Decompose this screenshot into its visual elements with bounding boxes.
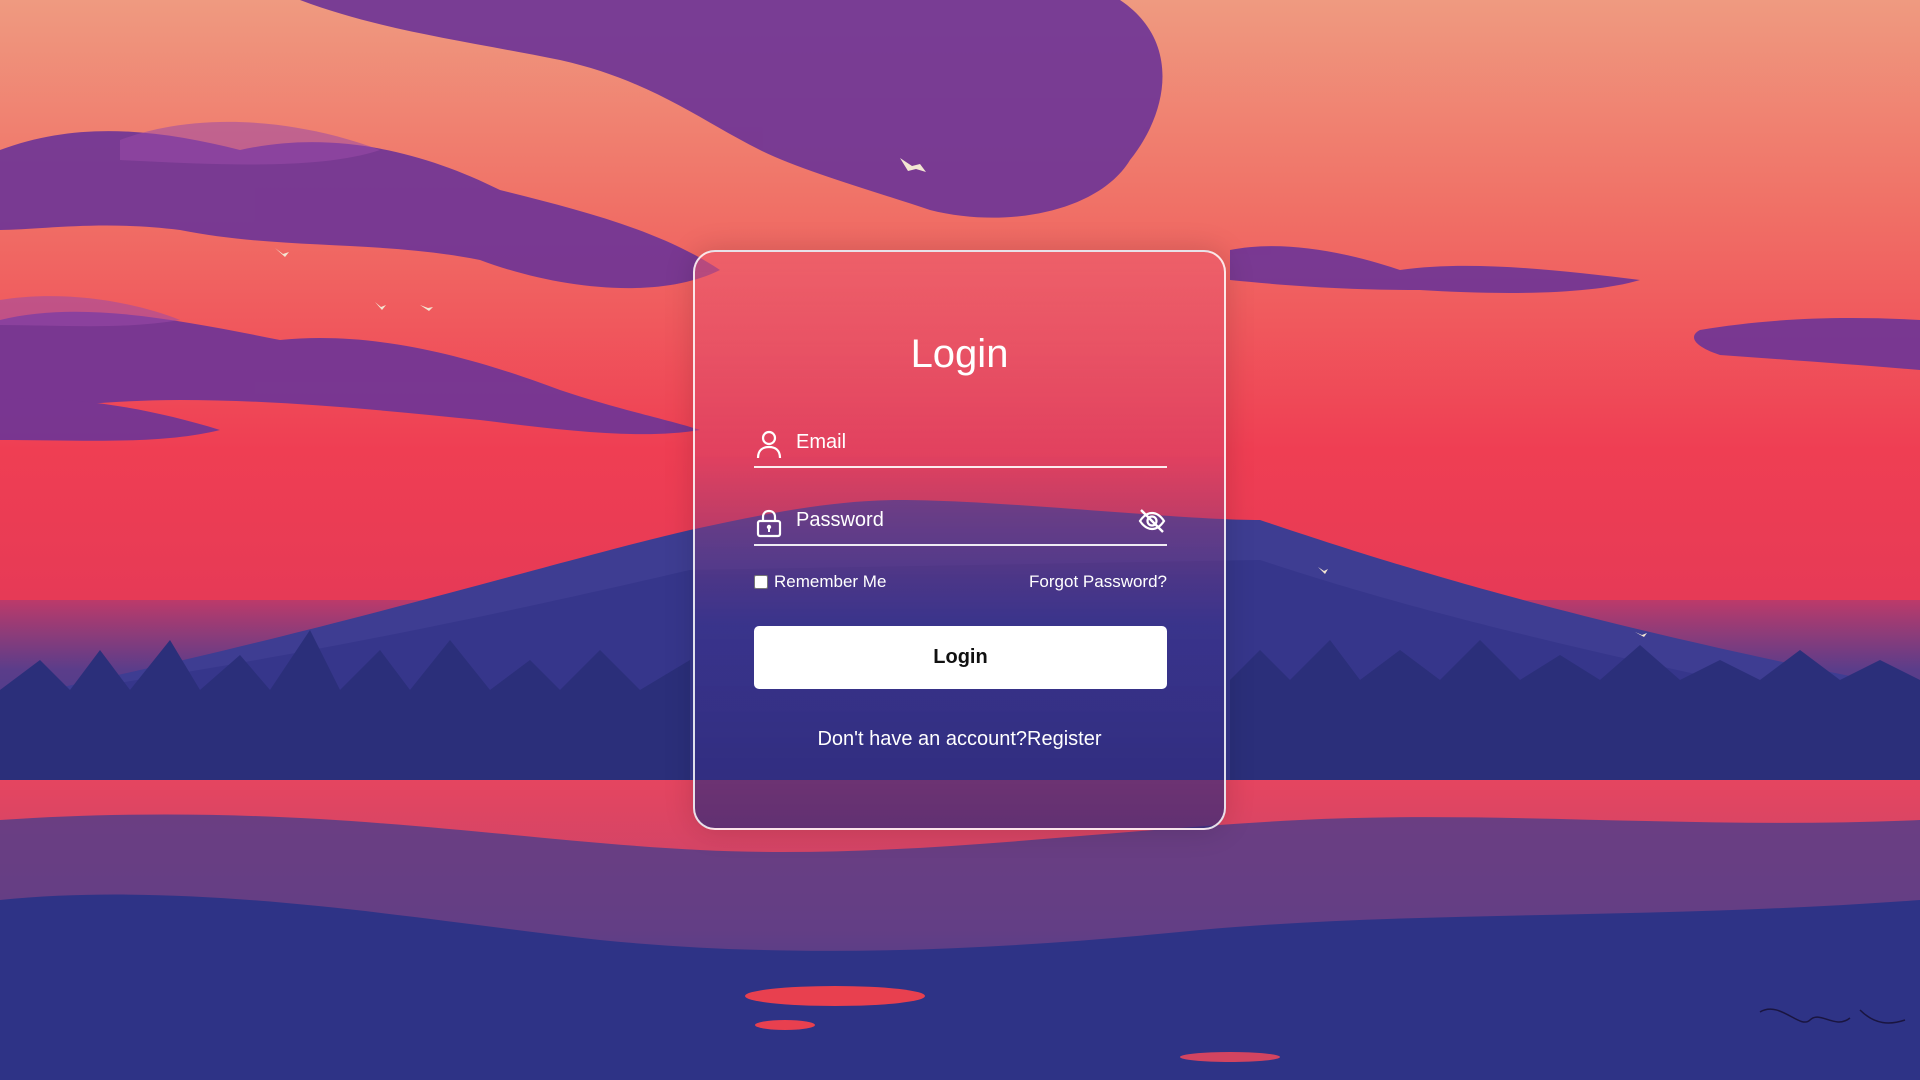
login-button[interactable]: Login bbox=[754, 626, 1167, 689]
login-title: Login bbox=[910, 332, 1009, 376]
email-field[interactable] bbox=[754, 420, 1167, 468]
forgot-password-link[interactable]: Forgot Password? bbox=[1029, 572, 1167, 592]
login-options: Remember Me Forgot Password? bbox=[754, 572, 1167, 594]
lock-icon bbox=[756, 509, 782, 538]
register-prompt-line: Don't have an account?Register bbox=[695, 728, 1224, 751]
login-card: Login Remember Me Forgot Password? Login bbox=[693, 250, 1226, 830]
eye-slash-icon[interactable] bbox=[1137, 506, 1167, 536]
register-prompt: Don't have an account? bbox=[817, 728, 1028, 750]
register-link[interactable]: Register bbox=[1027, 728, 1101, 750]
password-input[interactable] bbox=[796, 504, 1126, 536]
remember-me[interactable]: Remember Me bbox=[754, 572, 886, 592]
password-field[interactable] bbox=[754, 498, 1167, 546]
user-icon bbox=[756, 430, 782, 459]
remember-me-checkbox[interactable] bbox=[754, 575, 768, 589]
email-input[interactable] bbox=[796, 426, 1126, 458]
remember-me-label: Remember Me bbox=[774, 572, 887, 591]
